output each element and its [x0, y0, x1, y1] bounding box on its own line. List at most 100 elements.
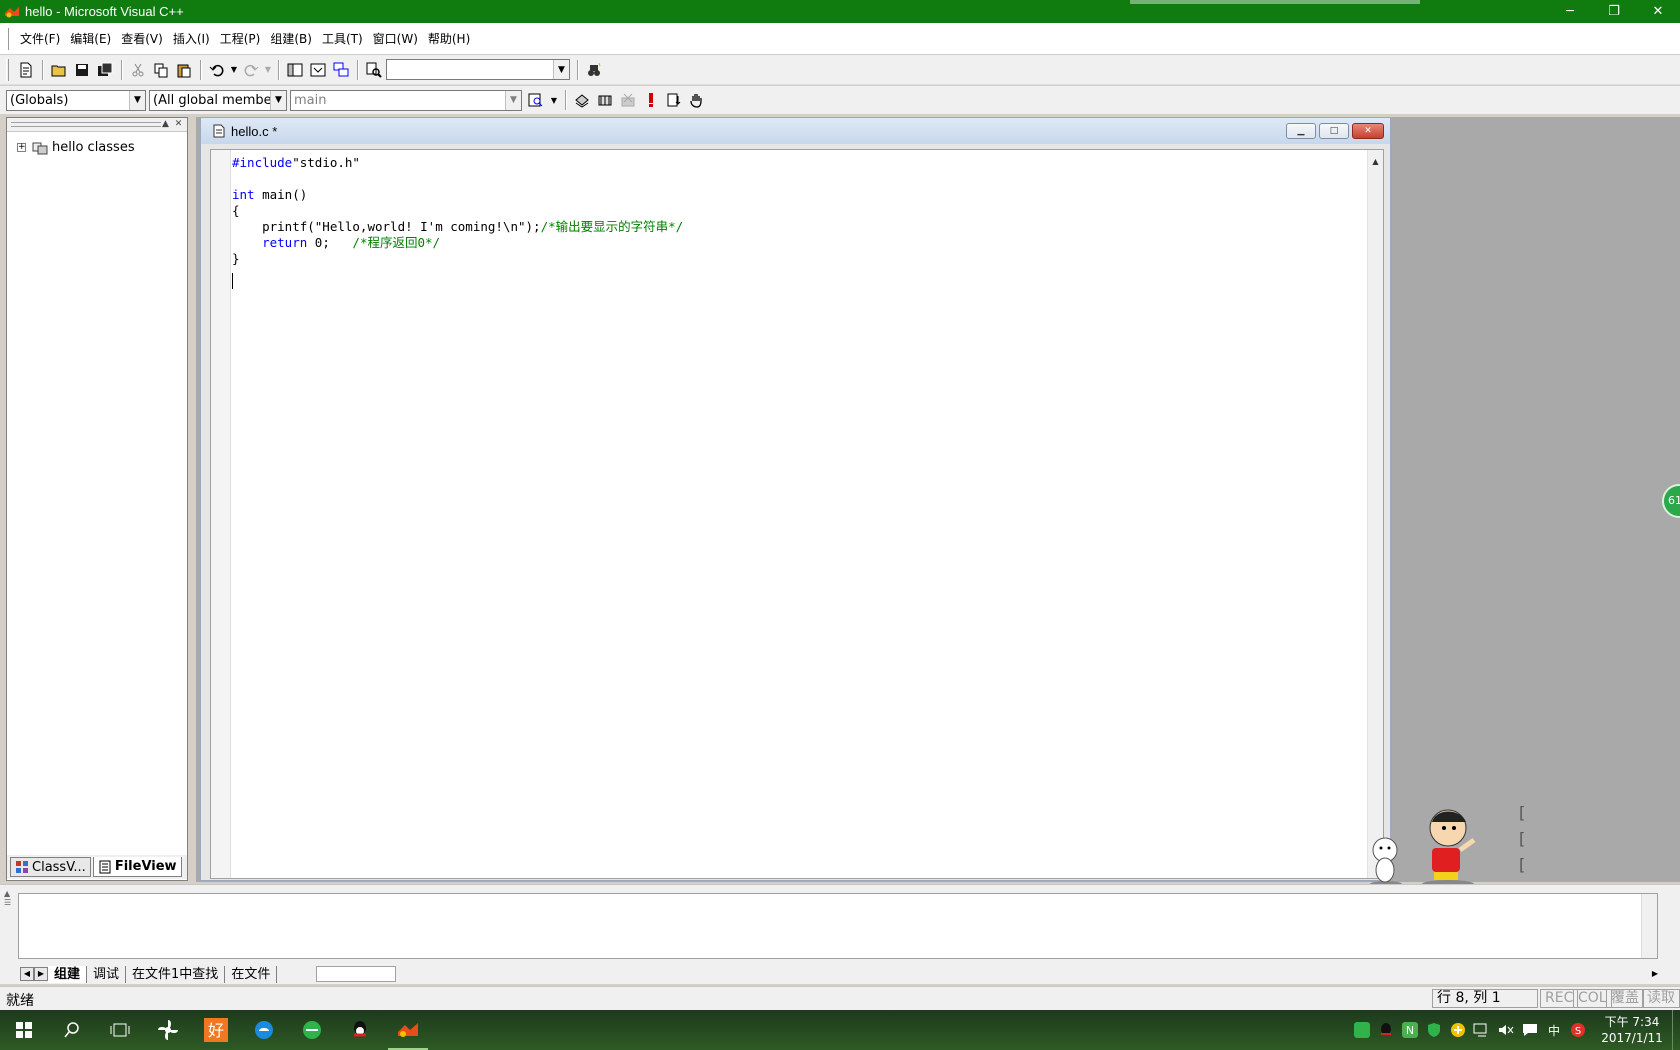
search-button[interactable] [48, 1010, 96, 1050]
tray-sogou-icon[interactable]: S [1568, 1020, 1588, 1040]
taskbar-app-edge[interactable] [240, 1010, 288, 1050]
menu-build[interactable]: 组建(B) [265, 30, 317, 47]
undo-button[interactable] [206, 59, 228, 81]
scroll-up-icon[interactable]: ▲ [1368, 154, 1383, 170]
tree-item-hello-classes[interactable]: + hello classes [17, 140, 135, 155]
chevron-down-icon[interactable]: ▼ [505, 90, 521, 110]
open-button[interactable] [48, 59, 70, 81]
go-button[interactable] [663, 89, 685, 111]
network-icon[interactable] [1472, 1020, 1492, 1040]
scroll-right-icon[interactable]: ▶ [1648, 966, 1662, 982]
tab-find-in-files-2[interactable]: 在文件 [225, 965, 278, 983]
taskbar-app-360[interactable] [288, 1010, 336, 1050]
restore-button[interactable]: ❐ [1592, 0, 1636, 23]
tab-fileview[interactable]: FileView [92, 857, 182, 877]
output-text-area[interactable] [18, 893, 1658, 959]
breakpoint-button[interactable] [686, 89, 708, 111]
visual-cpp-app-icon[interactable] [4, 4, 20, 20]
window-list-button[interactable] [330, 59, 352, 81]
tray-plus-icon[interactable] [1448, 1020, 1468, 1040]
tab-fileview-label: FileView [114, 859, 177, 874]
execute-button[interactable] [640, 89, 662, 111]
code-text[interactable]: #include"stdio.h"​int main(){ printf("He… [232, 155, 683, 267]
document-close-button[interactable]: ✕ [1352, 123, 1384, 139]
tray-qq-icon[interactable] [1376, 1020, 1396, 1040]
ime-indicator[interactable]: 中 [1544, 1020, 1564, 1040]
taskbar-app-hao[interactable]: 好 [192, 1010, 240, 1050]
workspace-close-icon[interactable]: ✕ [173, 119, 184, 130]
tab-find-in-files-1[interactable]: 在文件1中查找 [126, 965, 226, 983]
find-button[interactable] [583, 59, 605, 81]
paste-button[interactable] [173, 59, 195, 81]
menu-help[interactable]: 帮助(H) [423, 30, 475, 47]
chevron-down-icon[interactable]: ▼ [553, 60, 569, 79]
expand-icon[interactable]: + [17, 143, 26, 152]
editor-gutter[interactable] [211, 150, 231, 878]
copy-button[interactable] [150, 59, 172, 81]
volume-muted-icon[interactable] [1496, 1020, 1516, 1040]
close-button[interactable]: ✕ [1636, 0, 1680, 23]
chevron-down-icon[interactable]: ▼ [270, 90, 286, 110]
tab-classview[interactable]: ClassV... [10, 857, 91, 877]
start-button[interactable] [0, 1010, 48, 1050]
menu-insert[interactable]: 插入(I) [168, 30, 215, 47]
tab-build[interactable]: 组建 [48, 965, 88, 983]
toolbar-grip[interactable] [6, 58, 9, 81]
visual-cpp-icon [398, 1023, 418, 1037]
window-title: hello - Microsoft Visual C++ [25, 4, 184, 19]
menu-edit[interactable]: 编辑(E) [65, 30, 116, 47]
tab-debug[interactable]: 调试 [87, 965, 127, 983]
tray-n-icon[interactable]: N [1400, 1020, 1420, 1040]
taskbar-app-qq[interactable] [336, 1010, 384, 1050]
taskbar-app-visual-cpp[interactable] [384, 1010, 432, 1050]
workspace-grip[interactable] [11, 122, 161, 127]
workspace-button[interactable] [284, 59, 306, 81]
output-grip-icon[interactable]: ▲ ☰ [4, 889, 14, 907]
menu-project[interactable]: 工程(P) [215, 30, 266, 47]
notification-icon[interactable] [1520, 1020, 1540, 1040]
tray-wechat-icon[interactable] [1352, 1020, 1372, 1040]
desktop-mascot [1370, 809, 1476, 888]
task-view-button[interactable] [96, 1010, 144, 1050]
function-combo[interactable]: main ▼ [290, 89, 522, 111]
output-button[interactable] [307, 59, 329, 81]
taskbar-app-fan[interactable] [144, 1010, 192, 1050]
cut-button[interactable] [127, 59, 149, 81]
wizard-action-button[interactable] [525, 89, 547, 111]
redo-button[interactable] [240, 59, 262, 81]
scope-combo[interactable]: (Globals) ▼ [6, 89, 146, 111]
show-desktop-button[interactable] [1672, 1010, 1680, 1050]
members-combo[interactable]: (All global members ▼ [149, 89, 287, 111]
output-horizontal-scrollbar[interactable] [316, 966, 396, 982]
find-in-files-button[interactable] [363, 59, 385, 81]
save-all-button[interactable] [94, 59, 116, 81]
document-minimize-button[interactable]: ▁ [1286, 123, 1316, 139]
document-restore-button[interactable]: □ [1319, 123, 1349, 139]
output-vertical-scrollbar[interactable] [1641, 894, 1657, 958]
redo-dropdown[interactable]: ▼ [263, 59, 273, 81]
menu-view[interactable]: 查看(V) [116, 30, 168, 47]
compile-button[interactable] [571, 89, 593, 111]
menu-grip[interactable] [6, 27, 9, 50]
menu-window[interactable]: 窗口(W) [368, 30, 423, 47]
build-button[interactable] [594, 89, 616, 111]
stop-build-button[interactable] [617, 89, 639, 111]
find-combo[interactable]: ▼ [386, 59, 570, 80]
tab-scroll-left-icon[interactable]: ◀ [20, 967, 34, 981]
clock[interactable]: 下午 7:34 2017/1/11 [1596, 1014, 1668, 1046]
editor-vertical-scrollbar[interactable]: ▲ [1367, 150, 1383, 878]
wizard-action-dropdown[interactable]: ▼ [548, 89, 560, 111]
workspace-maximize-icon[interactable]: ▲ [160, 119, 171, 130]
code-editor[interactable]: #include"stdio.h"​int main(){ printf("He… [210, 149, 1384, 879]
code-line: #include"stdio.h" [232, 155, 360, 170]
tray-shield-icon[interactable] [1424, 1020, 1444, 1040]
chevron-down-icon[interactable]: ▼ [129, 90, 145, 110]
overwrite-indicator: 覆盖 [1606, 989, 1644, 1008]
new-file-button[interactable] [15, 59, 37, 81]
save-button[interactable] [71, 59, 93, 81]
tab-scroll-right-icon[interactable]: ▶ [34, 967, 48, 981]
undo-dropdown[interactable]: ▼ [229, 59, 239, 81]
minimize-button[interactable]: ─ [1548, 0, 1592, 23]
menu-tools[interactable]: 工具(T) [317, 30, 368, 47]
menu-file[interactable]: 文件(F) [15, 30, 65, 47]
